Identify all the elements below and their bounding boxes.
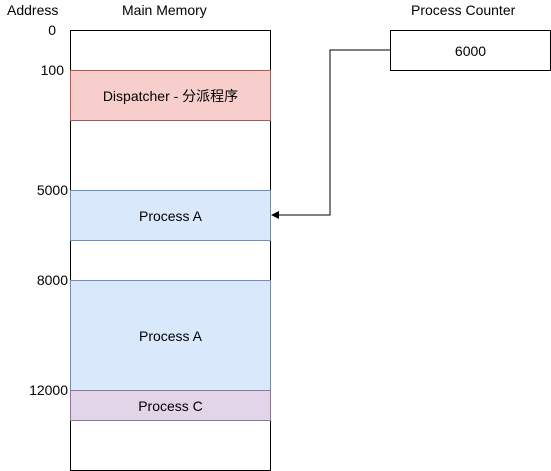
address-label-8000: 8000 (36, 272, 68, 288)
process-a-segment-2: Process A (70, 280, 271, 391)
process-counter-box: 6000 (390, 30, 551, 71)
arrow-head-icon (271, 211, 279, 219)
process-counter-value: 6000 (454, 42, 487, 59)
address-label-0: 0 (48, 22, 56, 38)
process-c-segment: Process C (70, 390, 271, 421)
dispatcher-segment: Dispatcher - 分派程序 (70, 70, 271, 121)
address-label-100: 100 (40, 62, 64, 78)
address-label-5000: 5000 (36, 182, 68, 198)
address-header: Address (7, 2, 59, 18)
process-c-segment-label: Process C (138, 397, 203, 414)
main-memory-header: Main Memory (122, 2, 207, 18)
process-a-segment-1-label: Process A (138, 207, 203, 224)
process-counter-header: Process Counter (411, 2, 516, 18)
address-label-12000: 12000 (29, 382, 68, 398)
dispatcher-segment-label: Dispatcher - 分派程序 (102, 87, 239, 104)
pointer-connector-line (278, 49, 390, 216)
process-a-segment-2-label: Process A (138, 327, 203, 344)
process-a-segment-1: Process A (70, 190, 271, 241)
